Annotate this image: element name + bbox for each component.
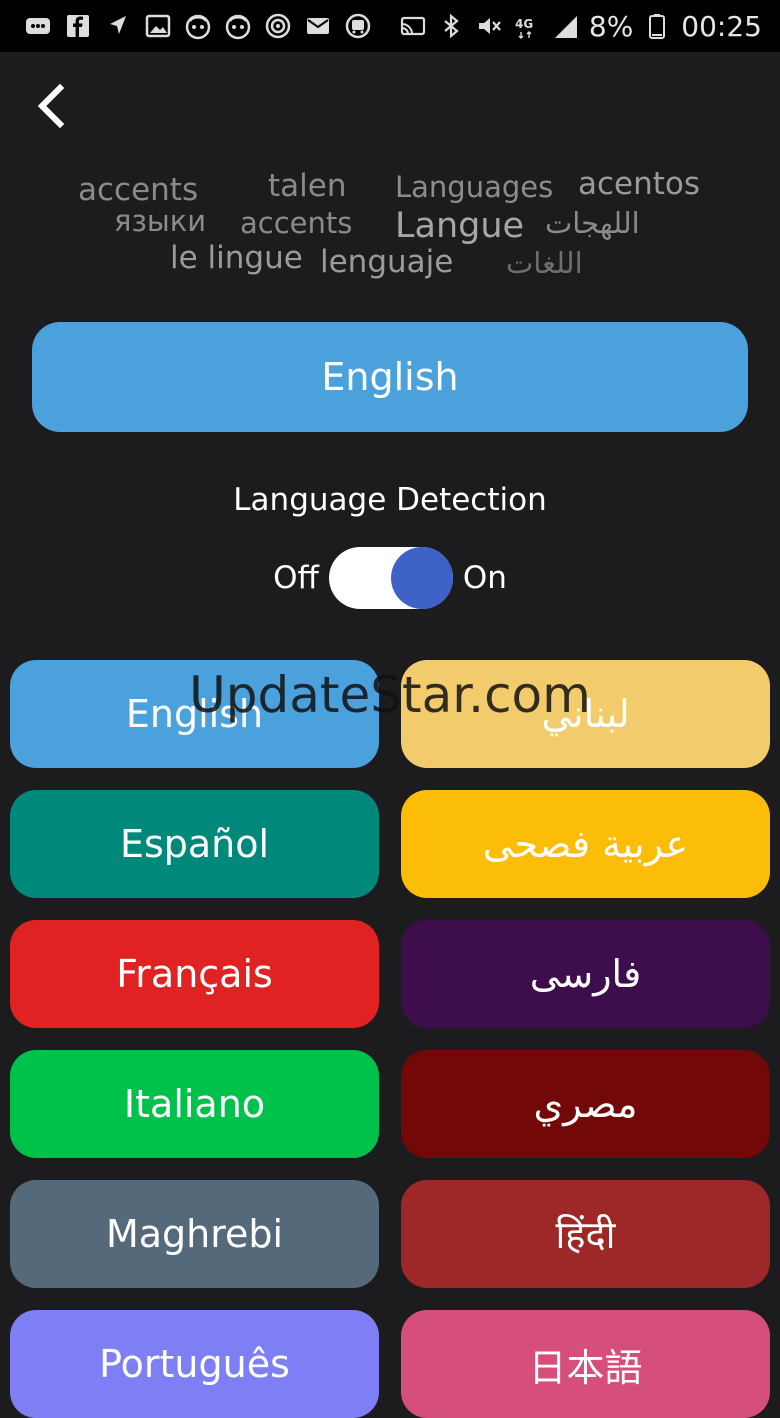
language-detection-title: Language Detection: [233, 482, 547, 518]
status-bar: 4G 8% 00:25: [0, 0, 780, 52]
language-detection-toggle-row: Off On: [0, 546, 780, 610]
sync-icon: [264, 12, 292, 40]
facebook-icon: [64, 12, 92, 40]
gallery-icon: [144, 12, 172, 40]
language-button-egyptian[interactable]: مصري: [401, 1050, 770, 1158]
mute-icon: [475, 12, 503, 40]
clock: 00:25: [681, 9, 762, 43]
avatar-app-icon-2: [224, 12, 252, 40]
language-button-persian[interactable]: فارسى: [401, 920, 770, 1028]
language-button-portuguese[interactable]: Português: [10, 1310, 379, 1418]
selected-language-button[interactable]: English: [32, 322, 748, 432]
battery-icon: [643, 12, 671, 40]
language-button-japanese[interactable]: 日本語: [401, 1310, 770, 1418]
cloud-word: языки: [114, 204, 207, 238]
cloud-word: accents: [240, 206, 353, 240]
svg-text:4G: 4G: [515, 17, 533, 31]
language-word-cloud: accents talen Languages acentos языки ac…: [0, 160, 780, 290]
system-icons: 4G 8% 00:25: [399, 10, 762, 43]
cloud-word: acentos: [578, 166, 701, 202]
mail-icon: [304, 12, 332, 40]
notification-icons: [24, 12, 372, 40]
avatar-app-icon: [184, 12, 212, 40]
network-4g-icon: 4G: [513, 12, 541, 40]
language-button-french[interactable]: Français: [10, 920, 379, 1028]
navigation-icon: [104, 12, 132, 40]
battery-percent: 8%: [588, 9, 634, 43]
switch-knob: [390, 547, 453, 609]
messages-icon: [24, 12, 52, 40]
cloud-word: accents: [78, 172, 199, 208]
cloud-word: le lingue: [170, 240, 303, 276]
cast-icon: [399, 12, 427, 40]
language-detection-switch[interactable]: [328, 547, 453, 609]
language-button-hindi[interactable]: हिंदी: [401, 1180, 770, 1288]
cloud-word: Languages: [395, 170, 554, 204]
toggle-off-label: Off: [273, 560, 319, 596]
language-button-english[interactable]: English: [10, 660, 379, 768]
language-button-standard-arabic[interactable]: عربية فصحى: [401, 790, 770, 898]
signal-icon: [551, 12, 579, 40]
back-button[interactable]: [30, 82, 74, 130]
bus-icon: [344, 12, 372, 40]
language-button-italian[interactable]: Italiano: [10, 1050, 379, 1158]
cloud-word: اللهجات: [545, 206, 640, 240]
cloud-word: talen: [268, 168, 347, 204]
language-button-maghrebi[interactable]: Maghrebi: [10, 1180, 379, 1288]
chevron-left-icon: [37, 83, 65, 129]
cloud-word: lenguaje: [320, 244, 454, 280]
cloud-word: Langue: [395, 206, 525, 246]
language-grid: English لبناني Español عربية فصحى França…: [10, 660, 770, 1418]
language-button-spanish[interactable]: Español: [10, 790, 379, 898]
toggle-on-label: On: [462, 560, 507, 596]
bluetooth-icon: [437, 12, 465, 40]
cloud-word: اللغات: [506, 246, 583, 280]
language-button-lebanese[interactable]: لبناني: [401, 660, 770, 768]
